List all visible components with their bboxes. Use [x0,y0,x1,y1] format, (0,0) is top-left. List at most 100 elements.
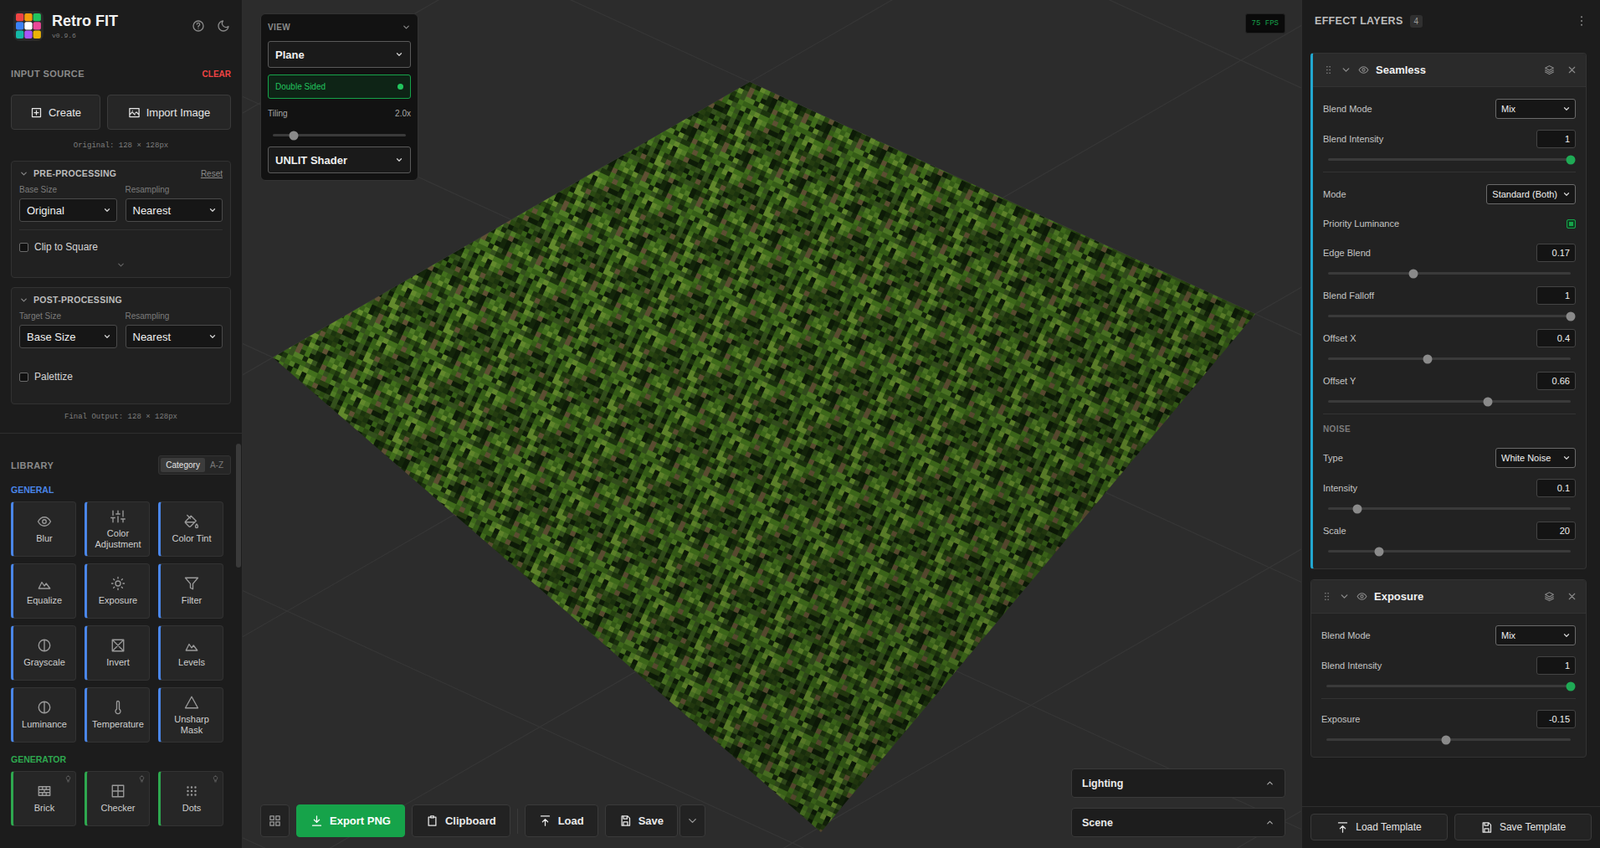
viewport[interactable]: VIEWPlaneDouble SidedTiling2.0xUNLIT Sha… [242,0,1302,848]
processing-select[interactable]: Base Size [19,324,118,349]
chevron-icon[interactable] [1338,590,1350,602]
slider-track[interactable] [1328,507,1571,510]
collapsible-panel[interactable]: Lighting [1071,768,1286,798]
option-checkbox[interactable]: Clip to Square [19,236,223,257]
shader-select[interactable]: UNLIT Shader [267,146,411,174]
number-input[interactable]: 1 [1536,286,1576,305]
eye-icon[interactable] [1358,64,1370,76]
toolbar-button[interactable]: Clipboard [411,804,511,837]
slider-track[interactable] [1328,357,1571,360]
effect-tile[interactable]: Color Tint [158,501,224,557]
sort-option[interactable]: Category [160,457,206,472]
eye-icon[interactable] [1356,590,1368,602]
toolbar-button[interactable]: Export PNG [296,804,406,837]
layer-select[interactable]: Mix [1495,98,1576,119]
processing-select[interactable]: Nearest [125,324,224,349]
source-button[interactable]: Import Image [107,94,231,130]
slider-thumb[interactable] [289,130,299,140]
drag-handle-icon[interactable] [1321,590,1333,602]
drag-handle-icon[interactable] [1323,64,1334,76]
slider-track[interactable] [1328,158,1571,161]
close-icon[interactable] [1566,590,1578,602]
slider-track[interactable] [1328,400,1571,403]
layers-icon[interactable] [1543,64,1555,76]
slider-thumb[interactable] [1566,154,1576,165]
layer-select[interactable]: Standard (Both) [1486,184,1576,205]
more-menu-icon[interactable] [1574,14,1589,28]
template-button[interactable]: Load Template [1310,813,1448,841]
help-icon[interactable] [191,19,206,33]
layer-select[interactable]: Mix [1495,625,1576,646]
number-input[interactable]: 20 [1536,521,1576,540]
processing-select[interactable]: Original [19,198,118,222]
effect-tile[interactable]: Unsharp Mask [158,687,224,743]
layer-card[interactable]: ExposureBlend ModeMixBlend Intensity1Exp… [1310,579,1587,758]
source-button[interactable]: Create [10,94,101,130]
number-input[interactable]: 1 [1536,129,1576,149]
textured-plane[interactable] [272,82,1256,832]
effect-tile[interactable]: Exposure [84,563,150,619]
number-input[interactable]: 1 [1536,656,1576,675]
effect-tile[interactable]: Luminance [10,687,77,743]
checkbox[interactable] [19,242,29,252]
number-input[interactable]: 0.4 [1536,328,1576,348]
more-options-toggle[interactable] [19,256,223,272]
checkbox-control[interactable]: Priority Luminance [1323,214,1576,233]
slider-thumb[interactable] [1352,503,1362,513]
save-options-button[interactable] [679,804,706,837]
effect-tile[interactable]: Invert [84,625,150,681]
toolbar-button[interactable]: Load [524,804,599,837]
effect-tile[interactable]: Checker [84,770,150,826]
layer-header[interactable]: Seamless [1312,53,1586,88]
close-icon[interactable] [1566,64,1578,76]
slider-track[interactable] [1328,271,1571,275]
template-button[interactable]: Save Template [1454,813,1592,841]
slider-track[interactable] [1328,549,1571,553]
view-panel-header[interactable]: VIEW [267,19,411,35]
processing-panel-header[interactable]: PRE-PROCESSINGReset [19,161,223,185]
reset-button[interactable]: Reset [200,169,223,179]
slider-thumb[interactable] [1422,353,1432,364]
effect-tile[interactable]: Blur [10,501,77,557]
option-checkbox[interactable]: Palettize [19,366,223,387]
toolbar-button[interactable]: Save [605,804,678,837]
layer-header[interactable]: Exposure [1311,579,1586,614]
layer-select[interactable]: White Noise [1495,447,1576,468]
number-input[interactable]: 0.66 [1536,371,1576,390]
collapsible-panel[interactable]: Scene [1071,807,1286,837]
clear-button[interactable]: CLEAR [202,69,231,79]
grid-view-button[interactable] [260,804,290,837]
slider-track[interactable] [1326,738,1571,741]
number-input[interactable]: 0.17 [1536,243,1576,262]
shape-select[interactable]: Plane [267,41,411,68]
layer-card[interactable]: SeamlessBlend ModeMixBlend Intensity1Mod… [1310,52,1587,570]
checkbox[interactable] [19,372,29,382]
checkbox[interactable] [1566,219,1576,229]
slider-thumb[interactable] [1566,681,1576,691]
slider-thumb[interactable] [1408,268,1418,278]
effect-tile[interactable]: Equalize [10,563,77,619]
effect-tile[interactable]: Dots [158,770,224,826]
processing-panel-header[interactable]: POST-PROCESSING [19,287,223,312]
effect-tile[interactable]: Filter [158,563,224,619]
processing-select[interactable]: Nearest [125,198,224,222]
chevron-icon[interactable] [1340,64,1352,76]
slider-thumb[interactable] [1566,311,1576,321]
number-input[interactable]: 0.1 [1536,478,1576,498]
slider-track[interactable] [1326,684,1571,688]
slider-thumb[interactable] [1374,546,1384,556]
effect-tile[interactable]: Temperature [84,687,150,743]
double-sided-toggle[interactable]: Double Sided [267,74,411,99]
sort-option[interactable]: A-Z [205,457,229,472]
slider-thumb[interactable] [1483,396,1493,406]
sidebar-scrollbar[interactable] [235,443,242,568]
effect-tile[interactable]: Color Adjustment [84,501,150,557]
effect-tile[interactable]: Levels [158,625,224,681]
slider-thumb[interactable] [1441,734,1452,744]
moon-icon[interactable] [216,19,231,33]
effect-tile[interactable]: Brick [10,770,77,826]
slider-track[interactable] [1328,314,1571,318]
number-input[interactable]: -0.15 [1536,709,1576,729]
effect-tile[interactable]: Grayscale [10,625,77,681]
layers-icon[interactable] [1543,590,1555,602]
